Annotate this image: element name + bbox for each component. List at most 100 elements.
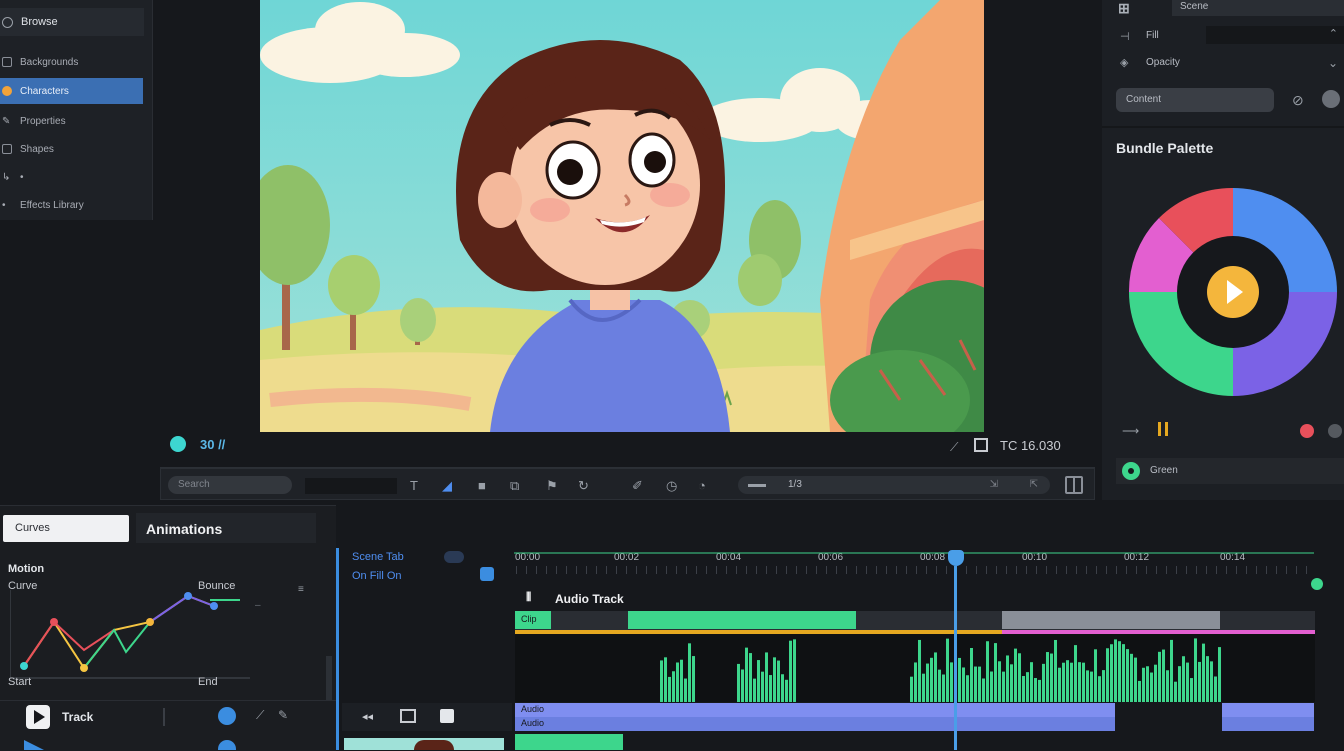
audio-lane-1[interactable]: Audio (515, 703, 1115, 717)
waveform-bar (1174, 681, 1177, 702)
tab-curves[interactable]: Curves (3, 515, 129, 542)
end-marker[interactable] (1311, 578, 1323, 590)
ruler-tick (546, 566, 547, 574)
timer-tool-icon[interactable]: ◔ (698, 478, 706, 493)
camera-icon[interactable] (480, 567, 494, 581)
ruler-tick (1186, 566, 1187, 574)
brush-tool-icon[interactable]: ✐ (632, 478, 643, 494)
color-swatch-icon[interactable] (1322, 90, 1340, 108)
green-row[interactable]: Green (1116, 458, 1344, 484)
canvas-viewport[interactable] (260, 0, 984, 432)
rewind-icon[interactable]: ◂◂ (362, 710, 373, 723)
green-row-label: Green (1150, 465, 1178, 476)
square-tool-icon[interactable]: ■ (478, 478, 486, 493)
graph-title: Motion (8, 563, 45, 575)
layer-item-properties[interactable]: ✎ Properties (0, 108, 150, 134)
audio-lane-2[interactable]: Audio (515, 717, 1115, 731)
graph-end-label: End (198, 676, 218, 688)
pencil-icon: ✎ (2, 116, 11, 127)
waveform-bar (1078, 662, 1081, 702)
audio-lane-1b[interactable] (1222, 703, 1314, 717)
slider-field[interactable] (305, 478, 397, 494)
properties-panel: ⊞ Scene ⊣ Fill ⌃ ◈ Opacity ⌄ Content ⊘ B… (1102, 0, 1344, 500)
track-play-button[interactable] (26, 705, 50, 729)
equal-icon[interactable]: ≡ (298, 584, 304, 595)
record-indicator-icon[interactable] (170, 436, 186, 452)
waveform-lane[interactable] (515, 634, 1315, 702)
blue-dot-icon[interactable] (218, 707, 236, 725)
ruler-tick (676, 566, 677, 574)
motion-curve-graph[interactable] (10, 590, 250, 680)
layer-item-effects[interactable]: • Effects Library (0, 192, 150, 218)
content-dropdown[interactable]: Content (1116, 88, 1274, 112)
arrow-right-icon[interactable]: ⟶ (1122, 424, 1139, 438)
green-clip[interactable] (515, 734, 623, 750)
clip-block[interactable]: Clip (515, 611, 551, 629)
scrubber-track[interactable] (160, 460, 1095, 473)
divider (163, 708, 165, 726)
minus-icon (748, 484, 766, 487)
ruler-tick (1156, 566, 1157, 574)
waveform-bar (982, 678, 985, 702)
waveform-bar (749, 653, 752, 702)
layer-item-shapes[interactable]: Shapes (0, 136, 150, 162)
layer-item-characters[interactable]: Characters (0, 78, 143, 104)
vertical-scrollbar[interactable] (326, 656, 332, 700)
waveform-bar (1170, 639, 1173, 702)
ruler-tick (556, 566, 557, 574)
ruler-tick (826, 566, 827, 574)
chevron-down-icon[interactable]: ⌄ (1328, 56, 1338, 70)
split-view-icon[interactable] (1065, 476, 1083, 494)
fill-tool-icon[interactable]: ◢ (442, 478, 452, 494)
note-icon[interactable] (440, 709, 454, 723)
ruler-tick (1306, 566, 1307, 574)
waveform-bar (1102, 670, 1105, 702)
pen-icon[interactable]: ⟋ (950, 440, 958, 455)
audio-track-icon: ⦀ (526, 590, 532, 604)
waveform-bar (684, 678, 687, 702)
layer-item-blank[interactable]: ↳ • (0, 164, 150, 190)
waveform-bar (1062, 662, 1065, 702)
value-field[interactable]: 1/3 ⇲ ⇱ (738, 476, 1050, 494)
tab-animations[interactable]: Animations (136, 513, 316, 543)
grey-dot-icon[interactable] (1328, 424, 1342, 438)
scene-field[interactable]: Scene (1172, 0, 1344, 16)
screen-icon[interactable] (400, 709, 416, 723)
playhead-line[interactable] (954, 566, 957, 750)
clock-tool-icon[interactable]: ◷ (666, 478, 677, 494)
rotate-tool-icon[interactable]: ↻ (578, 478, 589, 494)
layers-panel: Browse Backgrounds Characters ✎ Properti… (0, 0, 153, 220)
pause-icon[interactable] (1158, 422, 1168, 436)
ruler-tick (1196, 566, 1197, 574)
audio-lane-label: Audio (521, 718, 545, 728)
clip-block[interactable] (628, 611, 856, 629)
ruler-tick (846, 566, 847, 574)
copy-tool-icon[interactable]: ⧉ (510, 478, 519, 494)
clip-block-grey[interactable] (1002, 611, 1220, 629)
text-tool-icon[interactable]: T (410, 478, 418, 493)
audio-lane-2b[interactable] (1222, 717, 1314, 731)
toggle-icon[interactable] (444, 551, 464, 563)
red-dot-icon[interactable] (1300, 424, 1314, 438)
frame-icon[interactable] (974, 438, 988, 452)
waveform-bar (1074, 645, 1077, 702)
waveform-bar (692, 656, 695, 702)
waveform-bar (664, 657, 667, 702)
play-button[interactable] (1207, 266, 1259, 318)
search-input[interactable]: Search (168, 476, 292, 494)
playhead-handle[interactable] (948, 550, 964, 566)
pen-icon[interactable]: ✎ (278, 708, 288, 722)
panel-header[interactable]: Browse (0, 8, 144, 36)
waveform-bar (1210, 661, 1213, 702)
waveform-bar (745, 647, 748, 702)
waveform-bar (966, 675, 969, 702)
eyedropper-icon[interactable]: ⊘ (1292, 92, 1304, 109)
ruler-tick (1076, 566, 1077, 574)
fill-input[interactable]: ⌃ (1206, 26, 1344, 44)
flag-tool-icon[interactable]: ⚑ (546, 478, 558, 494)
layer-item-backgrounds[interactable]: Backgrounds (0, 49, 150, 75)
waveform-bar (970, 647, 973, 702)
ruler-tick (1086, 566, 1087, 574)
ruler-tick (1176, 566, 1177, 574)
brush-icon[interactable]: ⟋ (256, 708, 264, 723)
